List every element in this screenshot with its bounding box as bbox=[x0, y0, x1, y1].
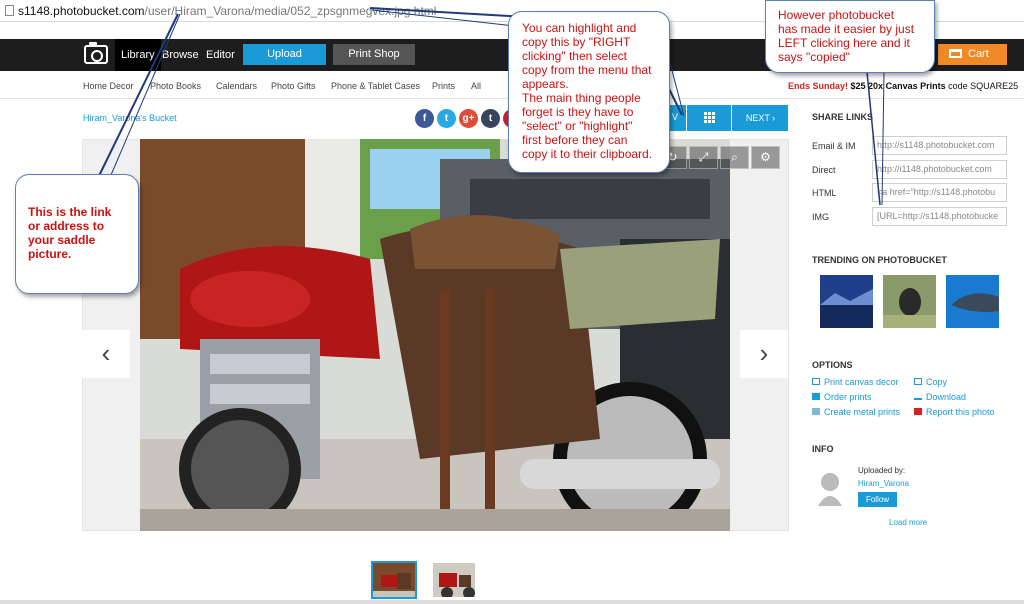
user-avatar-icon[interactable] bbox=[814, 470, 846, 506]
order-prints-label: Order prints bbox=[824, 392, 872, 402]
thumbnail-current[interactable] bbox=[371, 561, 417, 599]
page-icon bbox=[5, 5, 14, 16]
metal-prints-link[interactable]: Create metal prints bbox=[812, 407, 900, 417]
share-field-html[interactable]: <a href="http://s1148.photobu bbox=[872, 183, 1007, 202]
next-button[interactable]: NEXT › bbox=[733, 105, 788, 131]
share-field-direct[interactable]: http://i1148.photobucket.com bbox=[872, 160, 1007, 179]
load-more-link[interactable]: Load more bbox=[889, 518, 927, 527]
cart-button[interactable]: Cart bbox=[938, 44, 1007, 65]
facebook-icon[interactable]: f bbox=[415, 109, 434, 128]
promo-banner[interactable]: Ends Sunday! $25 20x Canvas Prints code … bbox=[788, 81, 1018, 91]
callout-highlight: You can highlight and copy this by "RIGH… bbox=[508, 11, 670, 173]
browser-window: { "address_bar": { "host": "s1148.photob… bbox=[0, 0, 1024, 604]
metal-prints-label: Create metal prints bbox=[824, 407, 901, 417]
follow-button[interactable]: Follow bbox=[858, 492, 897, 507]
promo-price: $25 20x bbox=[850, 81, 884, 91]
grid-view-button[interactable] bbox=[686, 105, 732, 131]
copy-icon bbox=[914, 378, 922, 385]
nav-browse[interactable]: Browse bbox=[162, 39, 199, 71]
download-label: Download bbox=[926, 392, 967, 402]
cart-small-icon bbox=[812, 393, 820, 400]
order-prints-link[interactable]: Order prints bbox=[812, 392, 872, 402]
subnav-photo-books[interactable]: Photo Books bbox=[150, 81, 201, 91]
subnav-calendars[interactable]: Calendars bbox=[216, 81, 257, 91]
camera-icon[interactable] bbox=[84, 42, 108, 64]
info-title: INFO bbox=[812, 444, 834, 454]
uploaded-by-label: Uploaded by: bbox=[858, 466, 906, 475]
expand-icon[interactable]: ⤢ bbox=[689, 146, 718, 169]
report-link[interactable]: Report this photo bbox=[914, 407, 995, 417]
share-field-email[interactable]: http://s1148.photobucket.com bbox=[872, 136, 1007, 155]
trending-title: TRENDING ON PHOTOBUCKET bbox=[812, 255, 947, 265]
trending-photo-3[interactable] bbox=[946, 275, 999, 328]
nav-editor[interactable]: Editor bbox=[206, 39, 235, 71]
share-label-html: HTML bbox=[812, 188, 837, 198]
callout-highlight-text: You can highlight and copy this by "RIGH… bbox=[522, 21, 653, 161]
print-canvas-link[interactable]: Print canvas decor bbox=[812, 377, 899, 387]
callout-copied-text: However photobucket has made it easier b… bbox=[778, 8, 915, 64]
upload-button[interactable]: Upload bbox=[243, 44, 326, 65]
uploader-link[interactable]: Hiram_Varona bbox=[858, 479, 909, 488]
shopping-cart-icon bbox=[949, 49, 962, 58]
options-title: OPTIONS bbox=[812, 360, 853, 370]
subnav-prints[interactable]: Prints bbox=[432, 81, 455, 91]
metal-print-icon bbox=[812, 408, 820, 415]
main-photo[interactable] bbox=[140, 139, 730, 531]
slideshow-button[interactable]: V bbox=[672, 112, 678, 122]
trending-photo-1[interactable] bbox=[820, 275, 873, 328]
download-link[interactable]: Download bbox=[914, 392, 966, 402]
share-label-direct: Direct bbox=[812, 165, 836, 175]
trending-photo-2[interactable] bbox=[883, 275, 936, 328]
url-path: /user/Hiram_Varona/media/052_zpsgnmegvex… bbox=[144, 4, 437, 18]
report-label: Report this photo bbox=[926, 407, 995, 417]
tumblr-icon[interactable]: t bbox=[481, 109, 500, 128]
thumbnail-next[interactable] bbox=[431, 561, 477, 599]
copy-link[interactable]: Copy bbox=[914, 377, 947, 387]
flag-icon bbox=[914, 408, 922, 415]
breadcrumb[interactable]: Hiram_Varona's Bucket bbox=[83, 113, 177, 123]
subnav-all[interactable]: All bbox=[471, 81, 481, 91]
copy-label: Copy bbox=[926, 377, 948, 387]
print-canvas-label: Print canvas decor bbox=[824, 377, 899, 387]
callout-copied: However photobucket has made it easier b… bbox=[765, 0, 935, 73]
twitter-icon[interactable]: t bbox=[437, 109, 456, 128]
share-links-title: SHARE LINKS bbox=[812, 112, 874, 122]
previous-photo-button[interactable]: ‹ bbox=[82, 330, 130, 378]
cart-label: Cart bbox=[968, 48, 989, 60]
print-shop-button[interactable]: Print Shop bbox=[333, 44, 415, 65]
nav-library[interactable]: Library bbox=[115, 39, 161, 71]
callout-link-text: This is the link or address to your sadd… bbox=[28, 205, 112, 261]
horizontal-scrollbar[interactable] bbox=[0, 600, 1024, 604]
share-label-email: Email & IM bbox=[812, 141, 856, 151]
subnav-phone-cases[interactable]: Phone & Tablet Cases bbox=[331, 81, 420, 91]
next-photo-button[interactable]: › bbox=[740, 330, 788, 378]
share-label-img: IMG bbox=[812, 212, 829, 222]
settings-gear-icon[interactable]: ⚙ bbox=[751, 146, 780, 169]
download-icon bbox=[914, 393, 922, 400]
zoom-icon[interactable]: ⌕ bbox=[720, 146, 749, 169]
promo-highlight: Ends Sunday! bbox=[788, 81, 849, 91]
canvas-icon bbox=[812, 378, 820, 385]
callout-link: This is the link or address to your sadd… bbox=[15, 174, 139, 294]
subnav-home-decor[interactable]: Home Decor bbox=[83, 81, 134, 91]
promo-product: Canvas Prints bbox=[885, 81, 946, 91]
google-plus-icon[interactable]: g+ bbox=[459, 109, 478, 128]
subnav-photo-gifts[interactable]: Photo Gifts bbox=[271, 81, 316, 91]
share-field-img[interactable]: [URL=http://s1148.photobucke bbox=[872, 207, 1007, 226]
promo-code: code SQUARE25 bbox=[948, 81, 1019, 91]
url-host: s1148.photobucket.com bbox=[18, 4, 145, 18]
